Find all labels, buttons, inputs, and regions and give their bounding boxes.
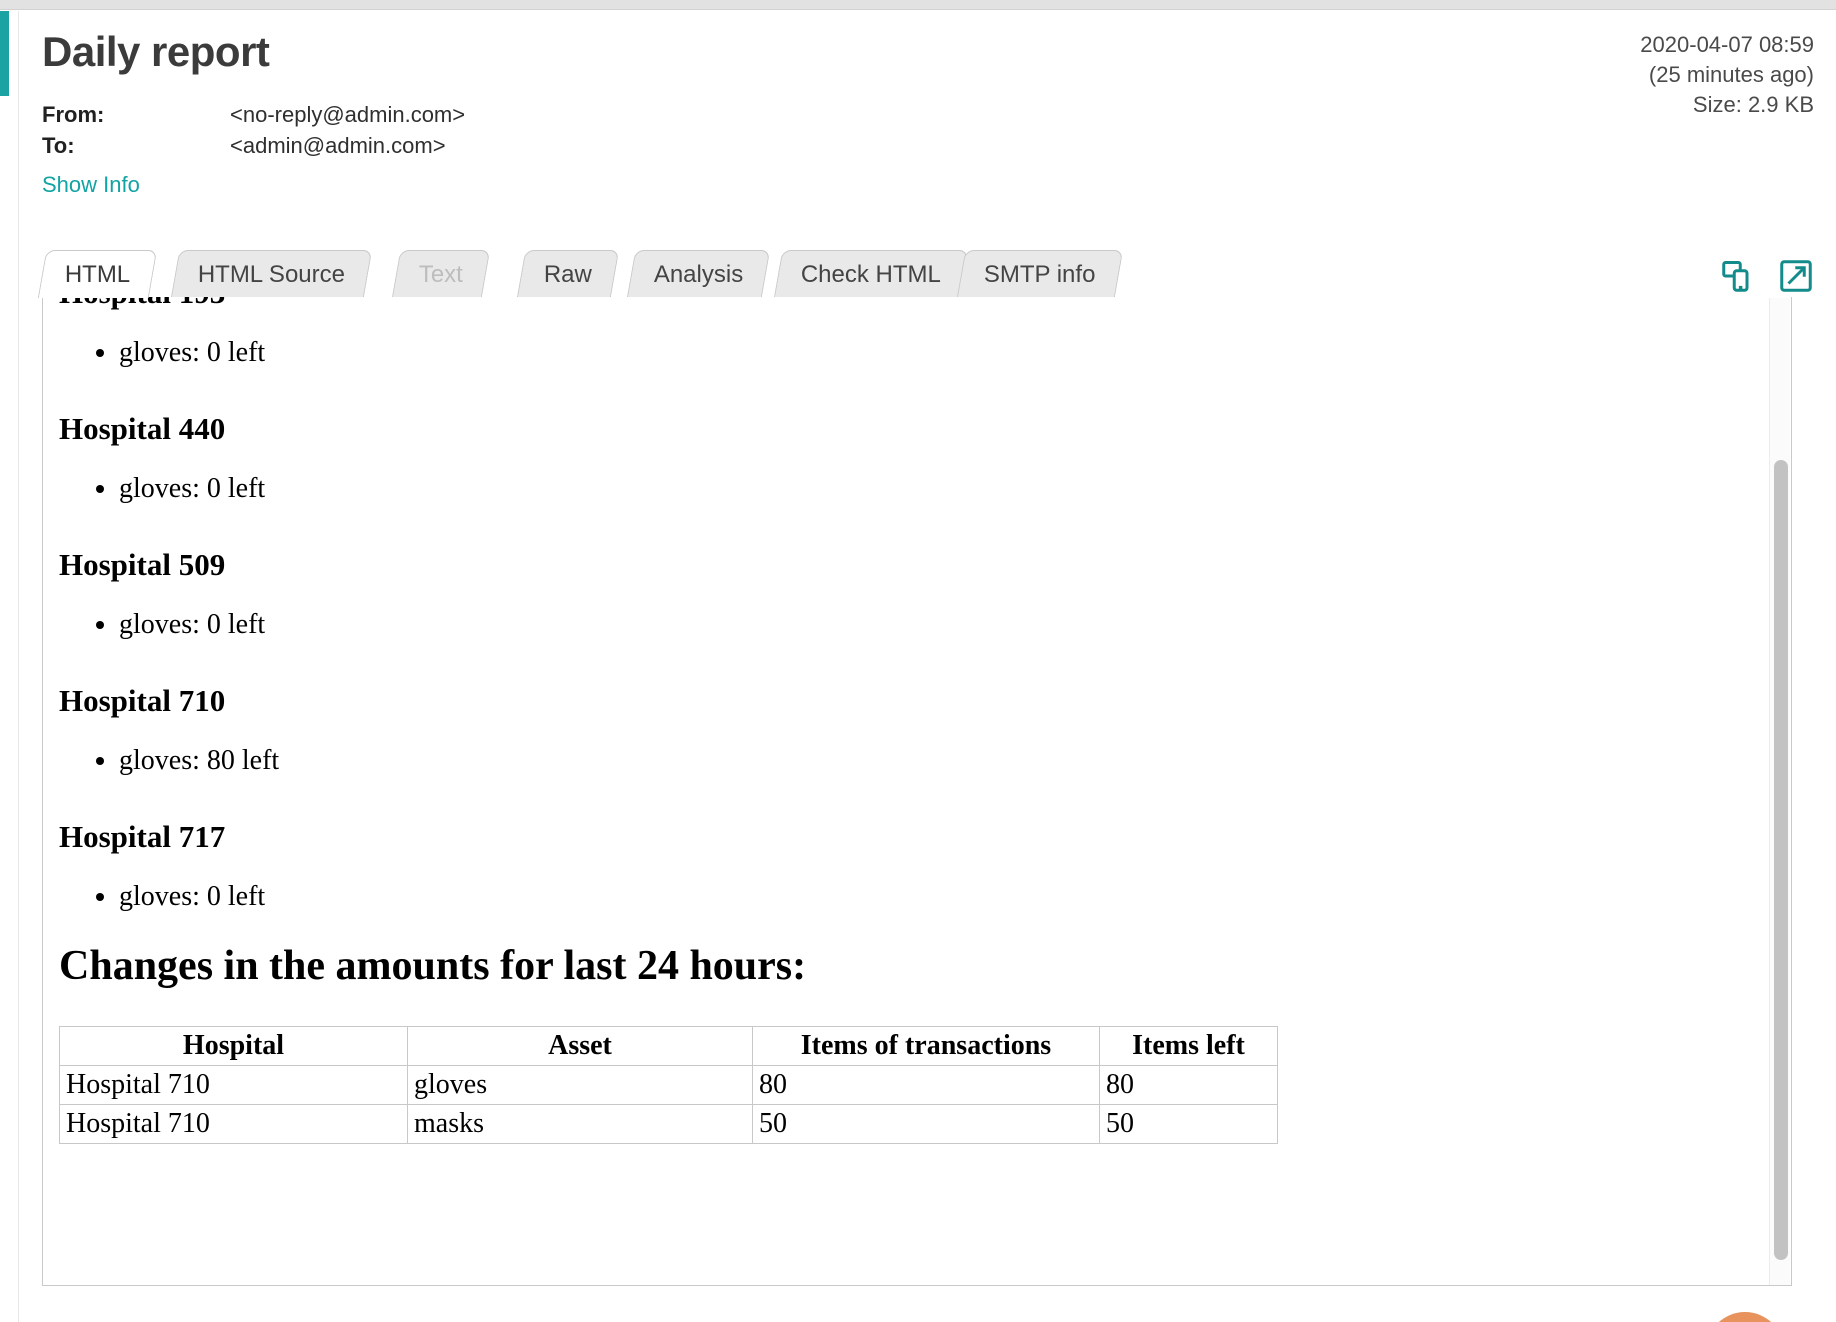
floating-action-button[interactable] <box>1706 1312 1784 1322</box>
cell-hospital: Hospital 710 <box>59 1065 408 1105</box>
list-item: gloves: 0 left <box>119 607 1731 642</box>
hospital-item-list: gloves: 0 left <box>59 471 1731 506</box>
hospital-heading: Hospital 717 <box>59 819 226 854</box>
hospital-item-list: gloves: 80 left <box>59 743 1731 778</box>
tab-html[interactable]: HTML <box>37 250 158 298</box>
email-viewer-page: Daily report From: <no-reply@admin.com> T… <box>0 0 1836 1322</box>
cell-asset: masks <box>407 1104 753 1144</box>
cell-asset: gloves <box>407 1065 753 1105</box>
email-size: Size: 2.9 KB <box>1692 92 1814 117</box>
tab-actions <box>1720 258 1814 294</box>
changes-heading: Changes in the amounts for last 24 hours… <box>59 943 807 989</box>
cell-transactions: 50 <box>752 1104 1100 1144</box>
hospital-heading: Hospital 710 <box>59 683 226 718</box>
hospital-item-list: gloves: 0 left <box>59 879 1731 914</box>
email-header: Daily report From: <no-reply@admin.com> T… <box>0 10 1836 210</box>
page-title: Daily report <box>42 28 270 75</box>
window-top-strip <box>0 0 1836 10</box>
column-header-items-left: Items left <box>1099 1026 1278 1066</box>
hospital-item-list: gloves: 0 left <box>59 335 1731 370</box>
email-date: 2020-04-07 08:59 <box>1640 32 1814 57</box>
column-header-items-of-transactions: Items of transactions <box>752 1026 1100 1066</box>
email-relative-time: (25 minutes ago) <box>1648 62 1814 87</box>
tab-label: HTML <box>64 260 131 288</box>
list-item: gloves: 0 left <box>119 879 1731 914</box>
to-label: To: <box>42 133 75 158</box>
scrollbar-thumb[interactable] <box>1774 460 1788 1260</box>
column-header-asset: Asset <box>407 1026 753 1066</box>
from-value: <no-reply@admin.com> <box>230 102 466 127</box>
tab-label: Raw <box>543 260 592 288</box>
show-info-link[interactable]: Show Info <box>42 172 140 198</box>
tab-analysis[interactable]: Analysis <box>626 250 771 298</box>
email-meta: 2020-04-07 08:59 (25 minutes ago) Size: … <box>1640 30 1814 120</box>
column-header-hospital: Hospital <box>59 1026 408 1066</box>
cell-hospital: Hospital 710 <box>59 1104 408 1144</box>
table-header-row: Hospital Asset Items of transactions Ite… <box>59 1026 1278 1066</box>
tab-label: Analysis <box>653 260 744 288</box>
tab-text: Text <box>391 250 491 298</box>
tab-label: Check HTML <box>800 260 941 288</box>
cell-transactions: 80 <box>752 1065 1100 1105</box>
tab-label: Text <box>418 260 463 288</box>
tab-label: HTML Source <box>197 260 346 288</box>
cell-items-left: 80 <box>1099 1065 1278 1105</box>
tab-bar: HTML HTML Source Text Raw Analysis Check… <box>0 250 1836 298</box>
table-row: Hospital 710 masks 50 50 <box>59 1104 1278 1144</box>
from-row: From: <no-reply@admin.com> <box>42 102 465 128</box>
cell-items-left: 50 <box>1099 1104 1278 1144</box>
list-item: gloves: 0 left <box>119 335 1731 370</box>
to-row: To: <admin@admin.com> <box>42 133 446 159</box>
changes-table: Hospital Asset Items of transactions Ite… <box>59 1026 1278 1144</box>
from-label: From: <box>42 102 105 127</box>
hospital-item-list: gloves: 0 left <box>59 607 1731 642</box>
responsive-view-icon[interactable] <box>1720 258 1756 294</box>
tab-raw[interactable]: Raw <box>516 250 620 298</box>
to-value: <admin@admin.com> <box>230 133 446 158</box>
hospital-heading: Hospital 509 <box>59 547 226 582</box>
email-body-panel: Hospital 193 gloves: 0 left Hospital 440… <box>42 297 1792 1286</box>
list-item: gloves: 80 left <box>119 743 1731 778</box>
list-item: gloves: 0 left <box>119 471 1731 506</box>
hospital-heading: Hospital 193 <box>59 297 1731 311</box>
table-row: Hospital 710 gloves 80 80 <box>59 1065 1278 1105</box>
email-body-content: Hospital 193 gloves: 0 left Hospital 440… <box>43 297 1747 1144</box>
tab-smtp-info[interactable]: SMTP info <box>956 250 1123 298</box>
open-external-icon[interactable] <box>1778 258 1814 294</box>
body-scrollbar[interactable] <box>1769 298 1790 1285</box>
tab-html-source[interactable]: HTML Source <box>170 250 373 298</box>
tab-check-html[interactable]: Check HTML <box>773 250 969 298</box>
hospital-heading: Hospital 440 <box>59 411 226 446</box>
tab-label: SMTP info <box>983 260 1096 288</box>
